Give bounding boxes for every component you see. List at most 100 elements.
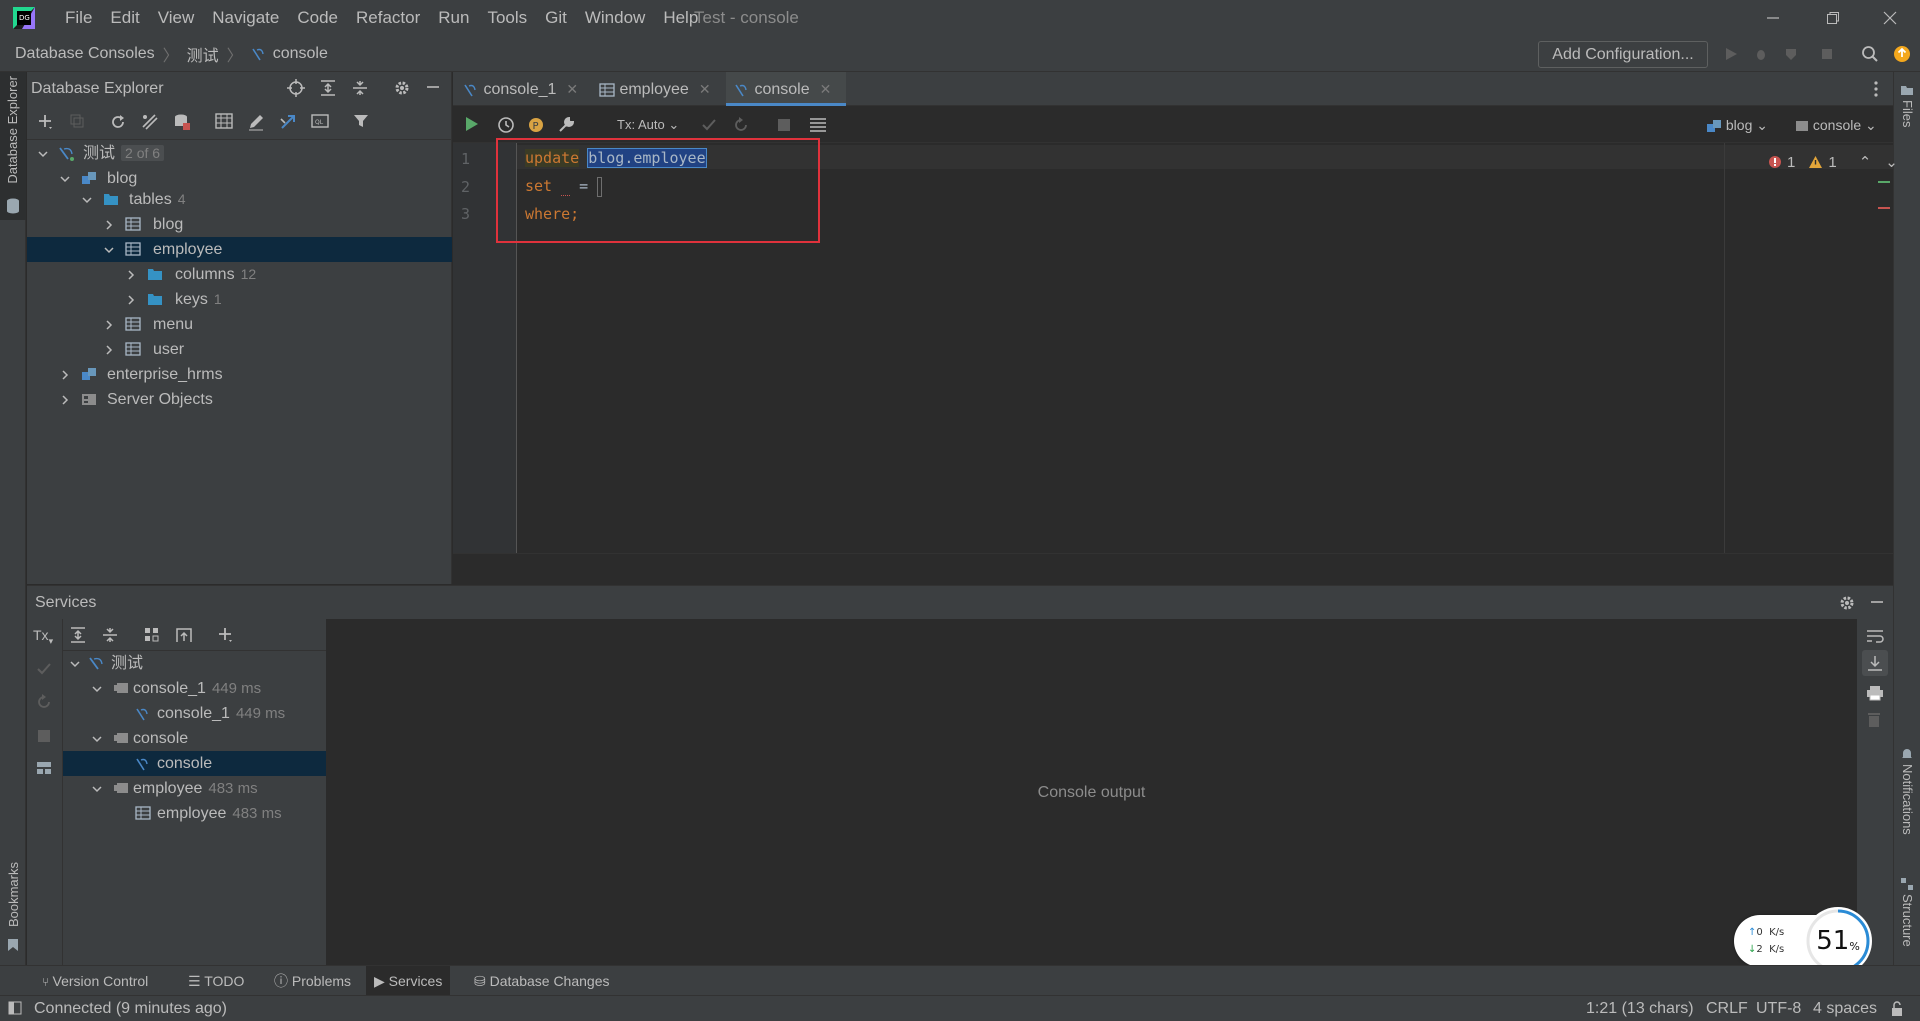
- layout-toggle-icon[interactable]: [8, 1001, 22, 1015]
- chevron-down-icon[interactable]: [59, 173, 71, 185]
- chevron-down-icon[interactable]: [91, 683, 103, 695]
- chevron-down-icon[interactable]: [37, 148, 49, 160]
- tree-node-keys[interactable]: keys 1: [27, 287, 452, 312]
- menu-tools[interactable]: Tools: [478, 0, 536, 36]
- hide-panel-icon[interactable]: [1869, 594, 1885, 610]
- stop-icon[interactable]: [37, 729, 51, 743]
- files-stripe-button[interactable]: Files: [1900, 100, 1915, 127]
- duplicate-icon[interactable]: [69, 113, 89, 133]
- chevron-right-icon[interactable]: [59, 369, 71, 381]
- close-window-button[interactable]: [1868, 0, 1912, 36]
- tree-node-table-user[interactable]: user: [27, 337, 452, 362]
- service-node-employee[interactable]: employee 483 ms: [63, 801, 352, 826]
- history-icon[interactable]: [497, 116, 515, 134]
- tree-node-table-blog[interactable]: blog: [27, 212, 452, 237]
- tool-tab-version-control[interactable]: ⑂ Version Control: [42, 966, 148, 996]
- tree-node-table-employee[interactable]: employee: [27, 237, 452, 262]
- edit-icon[interactable]: [247, 113, 267, 133]
- next-highlight-icon[interactable]: ⌄: [1885, 153, 1898, 171]
- menu-view[interactable]: View: [149, 0, 204, 36]
- tree-node-columns[interactable]: columns 12: [27, 262, 452, 287]
- explain-plan-icon[interactable]: P: [527, 116, 545, 134]
- indent-setting[interactable]: 4 spaces: [1813, 996, 1877, 1021]
- add-service-icon[interactable]: [217, 626, 235, 644]
- debug-icon[interactable]: [1752, 45, 1770, 63]
- console-output-area[interactable]: Console output: [326, 619, 1857, 966]
- data-source-properties-icon[interactable]: [173, 113, 193, 133]
- service-node-console-1-group[interactable]: console_1 449 ms: [63, 676, 352, 701]
- refresh-icon[interactable]: [109, 113, 129, 133]
- soft-wrap-icon[interactable]: [1866, 628, 1884, 644]
- caret-position[interactable]: 1:21 (13 chars): [1586, 996, 1694, 1021]
- hide-panel-icon[interactable]: [425, 79, 445, 99]
- filter-icon[interactable]: [353, 113, 373, 133]
- tool-tab-database-changes[interactable]: ⛁ Database Changes: [474, 966, 610, 996]
- tab-console[interactable]: console ✕: [726, 72, 846, 106]
- settings-wrench-icon[interactable]: [557, 116, 575, 134]
- service-node-employee-group[interactable]: employee 483 ms: [63, 776, 352, 801]
- menu-window[interactable]: Window: [576, 0, 654, 36]
- breadcrumb-database-consoles[interactable]: Database Consoles: [15, 45, 155, 63]
- scroll-to-end-icon[interactable]: [1862, 650, 1888, 676]
- open-in-tab-icon[interactable]: [175, 626, 193, 644]
- file-encoding[interactable]: UTF-8: [1756, 996, 1801, 1021]
- add-icon[interactable]: [37, 113, 57, 133]
- menu-refactor[interactable]: Refactor: [347, 0, 429, 36]
- menu-run[interactable]: Run: [429, 0, 478, 36]
- layout-icon[interactable]: [36, 761, 52, 775]
- service-node-console[interactable]: console: [63, 751, 352, 776]
- chevron-right-icon[interactable]: [59, 394, 71, 406]
- tx-dropdown[interactable]: Tx▾: [33, 627, 53, 647]
- query-console-icon[interactable]: QL: [311, 113, 331, 133]
- previous-highlight-icon[interactable]: ⌃: [1859, 153, 1872, 171]
- clear-all-icon[interactable]: [1867, 712, 1881, 728]
- db-explorer-stripe-button[interactable]: Database Explorer: [0, 72, 26, 220]
- more-tabs-icon[interactable]: [1873, 80, 1879, 98]
- commit-icon[interactable]: [701, 117, 717, 133]
- locate-icon[interactable]: [287, 79, 307, 99]
- run-icon[interactable]: [1722, 45, 1740, 63]
- menu-file[interactable]: File: [56, 0, 101, 36]
- commit-icon[interactable]: [36, 661, 52, 677]
- tool-tab-services[interactable]: ▶ Services: [366, 966, 451, 996]
- add-configuration-button[interactable]: Add Configuration...: [1538, 41, 1708, 68]
- expand-all-icon[interactable]: [319, 79, 339, 99]
- menu-code[interactable]: Code: [288, 0, 347, 36]
- breadcrumb-console[interactable]: console: [273, 45, 328, 63]
- output-layout-icon[interactable]: [809, 117, 827, 133]
- print-icon[interactable]: [1866, 685, 1884, 701]
- tree-node-connection[interactable]: 测试 2 of 6: [27, 141, 452, 166]
- tool-tab-todo[interactable]: ☰ TODO: [188, 966, 244, 996]
- bookmarks-stripe-button[interactable]: Bookmarks: [6, 862, 21, 927]
- tree-node-server-objects[interactable]: Server Objects: [27, 387, 452, 412]
- line-separator[interactable]: CRLF: [1706, 996, 1748, 1021]
- cancel-statement-icon[interactable]: [777, 118, 791, 132]
- tab-console-1[interactable]: console_1 ✕: [463, 72, 581, 106]
- close-tab-icon[interactable]: ✕: [820, 81, 832, 97]
- restore-button[interactable]: [1811, 0, 1855, 36]
- schema-sync-icon[interactable]: [141, 113, 161, 133]
- menu-edit[interactable]: Edit: [101, 0, 148, 36]
- inspection-widget[interactable]: 1 1 ⌃ ⌄: [1769, 153, 1898, 171]
- chevron-down-icon[interactable]: [69, 658, 81, 670]
- settings-gear-icon[interactable]: [393, 79, 413, 99]
- jump-to-console-icon[interactable]: [279, 113, 299, 133]
- chevron-down-icon[interactable]: [103, 244, 115, 256]
- expand-all-icon[interactable]: [69, 626, 87, 644]
- structure-stripe-button[interactable]: Structure: [1900, 894, 1915, 947]
- menu-navigate[interactable]: Navigate: [203, 0, 288, 36]
- tree-node-table-menu[interactable]: menu: [27, 312, 452, 337]
- lock-icon[interactable]: [1890, 1001, 1904, 1017]
- stop-icon[interactable]: [1818, 45, 1836, 63]
- service-node-connection[interactable]: 测试: [63, 651, 352, 676]
- service-node-console-1[interactable]: console_1 449 ms: [63, 701, 352, 726]
- group-by-icon[interactable]: [143, 626, 161, 644]
- breadcrumb-connection[interactable]: 测试: [187, 42, 219, 66]
- chevron-right-icon[interactable]: [125, 269, 137, 281]
- close-tab-icon[interactable]: ✕: [699, 81, 711, 97]
- chevron-down-icon[interactable]: [91, 783, 103, 795]
- collapse-all-icon[interactable]: [101, 626, 119, 644]
- table-editor-icon[interactable]: [215, 113, 235, 133]
- tool-tab-problems[interactable]: ⓘ Problems: [274, 966, 351, 996]
- rollback-icon[interactable]: [36, 694, 52, 710]
